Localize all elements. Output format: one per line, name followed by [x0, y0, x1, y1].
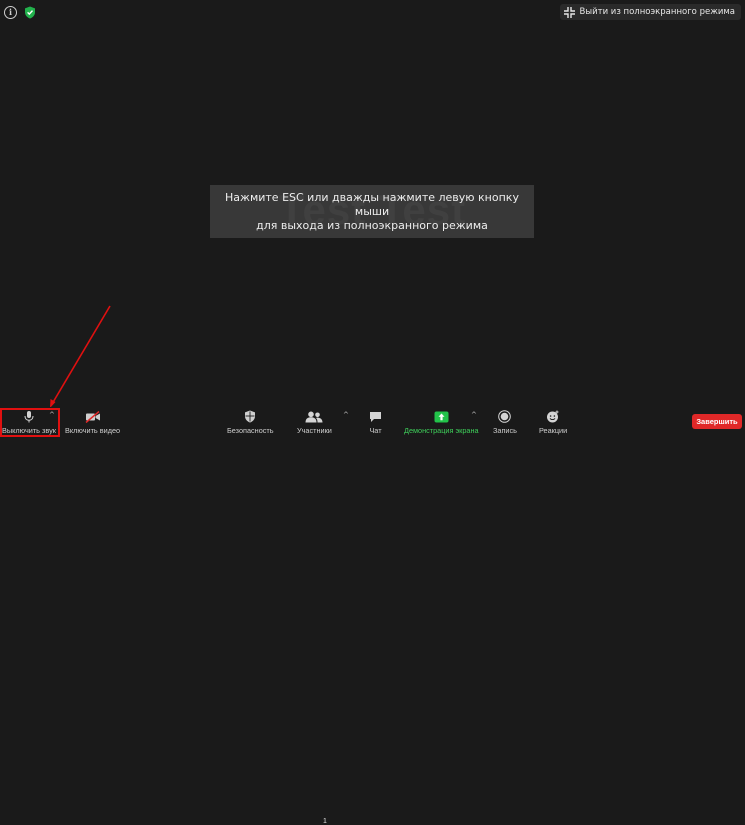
reactions-label: Реакции: [539, 426, 568, 435]
share-screen-label: Демонстрация экрана: [404, 426, 479, 435]
security-label: Безопасность: [227, 426, 274, 435]
notice-line-2: для выхода из полноэкранного режима: [256, 218, 488, 232]
record-icon: [498, 410, 512, 423]
reactions-button[interactable]: Реакции: [539, 410, 567, 435]
participants-button[interactable]: Участники: [297, 411, 332, 435]
security-shield-icon: [245, 410, 256, 423]
exit-fullscreen-label: Выйти из полноэкранного режима: [579, 7, 735, 17]
video-off-icon: [85, 411, 100, 423]
record-button[interactable]: Запись: [493, 410, 517, 435]
fullscreen-notice: Нажмите ESC или дважды нажмите левую кно…: [210, 185, 534, 238]
share-screen-icon: [434, 411, 449, 423]
meeting-status-icons: i: [4, 6, 36, 19]
notice-line-1: Нажмите ESC или дважды нажмите левую кно…: [225, 190, 519, 218]
chat-bubble-icon: [370, 412, 381, 422]
exit-fullscreen-icon: [563, 6, 575, 18]
record-label: Запись: [493, 426, 517, 435]
participants-label: Участники: [297, 426, 332, 435]
share-screen-button[interactable]: Демонстрация экрана: [404, 411, 479, 435]
info-icon[interactable]: i: [4, 6, 17, 19]
mute-button[interactable]: Выключить звук: [2, 411, 56, 435]
shield-check-icon[interactable]: [24, 6, 36, 19]
participants-options-caret[interactable]: ^: [343, 411, 349, 419]
start-video-label: Включить видео: [65, 426, 121, 435]
chat-label: Чат: [369, 426, 382, 435]
meeting-toolbar: Выключить звук ^ Включить видео Безопасн…: [0, 407, 745, 825]
reactions-icon: [547, 410, 559, 423]
microphone-icon: [24, 411, 34, 423]
participants-count: 1: [323, 818, 327, 825]
mute-label: Выключить звук: [2, 426, 56, 435]
security-button[interactable]: Безопасность: [227, 410, 274, 435]
audio-options-caret[interactable]: ^: [49, 411, 55, 419]
chat-button[interactable]: Чат: [369, 411, 382, 435]
participants-icon: [305, 411, 323, 423]
exit-fullscreen-button[interactable]: Выйти из полноэкранного режима: [559, 4, 741, 20]
end-meeting-button[interactable]: Завершить: [692, 414, 742, 429]
share-options-caret[interactable]: ^: [471, 411, 477, 419]
start-video-button[interactable]: Включить видео: [65, 411, 120, 435]
